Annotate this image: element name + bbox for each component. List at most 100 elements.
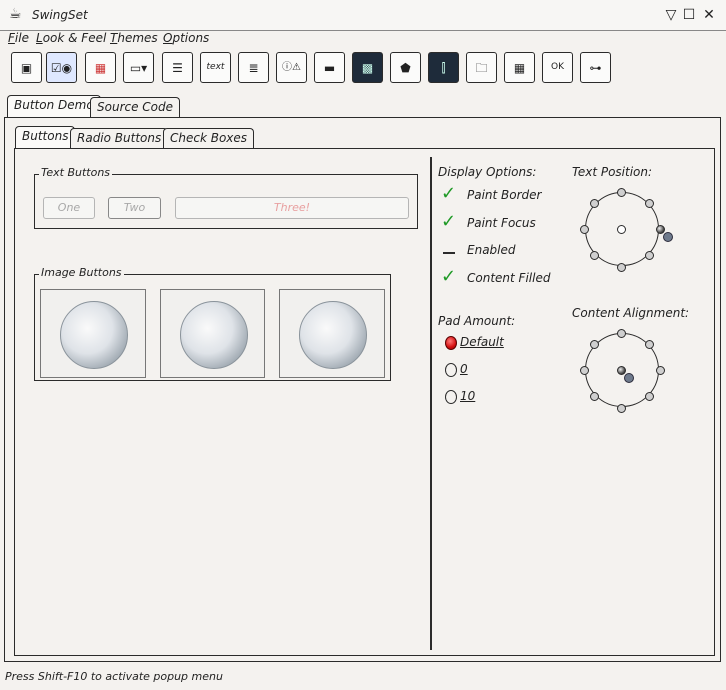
tab-button-demo[interactable]: Button Demo	[7, 95, 101, 117]
alignment-bottom-right[interactable]	[645, 392, 654, 401]
checkbox-radio-demo-button[interactable]: ☑◉	[46, 52, 77, 83]
alignment-top[interactable]	[617, 329, 626, 338]
pad-10-radio[interactable]	[445, 390, 457, 404]
maximize-button[interactable]: ☐	[680, 6, 698, 24]
html-demo-button[interactable]: text	[200, 52, 231, 83]
slider-demo-button[interactable]: ⬟	[390, 52, 421, 83]
ok-button-icon: OK	[551, 62, 564, 72]
image-button-3[interactable]	[279, 289, 385, 378]
minimize-button[interactable]: ▽	[662, 6, 680, 24]
menu-look-and-feel[interactable]: Look & Feel	[36, 31, 106, 45]
coin-icon	[179, 300, 248, 369]
menu-file[interactable]: File	[8, 31, 29, 45]
alignment-right[interactable]	[656, 366, 665, 375]
pad-default-radio[interactable]	[445, 336, 457, 350]
alignment-left[interactable]	[580, 366, 589, 375]
three-button[interactable]: Three!	[175, 197, 409, 219]
two-button[interactable]: Two	[108, 197, 161, 219]
table-icon: ▦	[513, 60, 526, 75]
java-app-icon: ☕	[9, 6, 22, 22]
position-center[interactable]	[617, 225, 626, 234]
menu-bar: File Look & Feel Themes Options	[0, 30, 726, 48]
list-demo-button[interactable]: ≣	[238, 52, 269, 83]
unchecked-mark	[443, 252, 455, 254]
split-icon: ⫿	[441, 60, 446, 75]
split-pane-demo-button[interactable]: ⫿	[428, 52, 459, 83]
alignment-center-shadow	[624, 373, 634, 383]
scroll-pane-demo-button[interactable]: ▩	[352, 52, 383, 83]
tab-radio-buttons[interactable]: Radio Buttons	[70, 128, 169, 148]
coin-icon	[60, 300, 128, 369]
file-dialog-icon: ☰	[172, 60, 183, 75]
position-left[interactable]	[580, 225, 589, 234]
dropdown-icon: ▭▾	[129, 60, 148, 75]
menu-options[interactable]: Options	[163, 31, 209, 45]
display-options-title: Display Options:	[438, 165, 537, 179]
slider-icon: ⬟	[400, 60, 411, 75]
position-bottom-right[interactable]	[645, 251, 654, 260]
image-button-2[interactable]	[160, 289, 265, 378]
position-bottom-left[interactable]	[590, 251, 599, 260]
combobox-demo-button[interactable]: ▭▾	[123, 52, 154, 83]
window-icon: ▣	[20, 60, 33, 75]
checkmark-icon: ✓	[441, 211, 457, 232]
content-filled-label: Content Filled	[467, 271, 551, 285]
paint-focus-label: Paint Focus	[467, 216, 536, 230]
image-buttons-title: Image Buttons	[39, 266, 124, 279]
tooltip-demo-button[interactable]: OK	[542, 52, 573, 83]
position-top-right[interactable]	[645, 199, 654, 208]
menu-themes[interactable]: Themes	[110, 31, 158, 45]
image-buttons-group: Image Buttons	[34, 266, 391, 381]
text-buttons-title: Text Buttons	[39, 166, 113, 179]
image-icon: ▩	[361, 60, 374, 75]
tree-icon: ⊶	[589, 60, 602, 75]
tabs-icon: 🗀	[475, 60, 488, 75]
alignment-bottom[interactable]	[617, 404, 626, 413]
checkbox-radio-icon: ☑◉	[50, 60, 73, 75]
pad-amount-title: Pad Amount:	[438, 314, 516, 328]
position-top[interactable]	[617, 188, 626, 197]
progress-bar-demo-button[interactable]: ▬	[314, 52, 345, 83]
pad-10-label: 10	[460, 389, 476, 403]
color-chooser-demo-button[interactable]: ▦	[85, 52, 116, 83]
position-bottom[interactable]	[617, 263, 626, 272]
alignment-top-right[interactable]	[645, 340, 654, 349]
content-alignment-title: Content Alignment:	[572, 306, 690, 320]
image-button-1[interactable]	[40, 289, 146, 378]
text-icon: text	[206, 62, 225, 72]
position-top-left[interactable]	[590, 199, 599, 208]
tab-check-boxes[interactable]: Check Boxes	[163, 128, 255, 148]
toolbar: ▣ ☑◉ ▦ ▭▾ ☰ text ≣ ⓘ⚠ ▬ ▩ ⬟ ⫿ 🗀 ▦ OK ⊶	[0, 50, 726, 90]
option-pane-demo-button[interactable]: ⓘ⚠	[276, 52, 307, 83]
pad-default-label: Default	[460, 335, 504, 349]
pad-0-radio[interactable]	[445, 363, 457, 377]
pad-0-label: 0	[460, 362, 468, 376]
alignment-top-left[interactable]	[590, 340, 599, 349]
status-bar: Press Shift-F10 to activate popup menu	[0, 667, 726, 689]
list-icon: ≣	[248, 60, 259, 75]
tab-source-code[interactable]: Source Code	[90, 97, 181, 117]
checkmark-icon: ✓	[441, 183, 457, 204]
tree-demo-button[interactable]: ⊶	[580, 52, 611, 83]
enabled-label: Enabled	[467, 243, 516, 257]
alignment-bottom-left[interactable]	[590, 392, 599, 401]
status-text: Press Shift-F10 to activate popup menu	[5, 670, 223, 683]
internal-frame-demo-button[interactable]: ▣	[11, 52, 42, 83]
close-button[interactable]: ✕	[700, 6, 718, 24]
paint-border-label: Paint Border	[467, 188, 542, 202]
checkmark-icon: ✓	[441, 266, 457, 287]
title-bar: ☕ SwingSet ▽ ☐ ✕	[0, 0, 726, 31]
window-title: SwingSet	[32, 8, 88, 22]
palette-icon: ▦	[94, 60, 107, 75]
tabbed-pane-demo-button[interactable]: 🗀	[466, 52, 497, 83]
coin-icon	[299, 300, 367, 369]
progress-icon: ▬	[323, 60, 336, 75]
tab-buttons[interactable]: Buttons	[15, 126, 76, 148]
dialog-icons: ⓘ⚠	[282, 61, 301, 73]
column-divider	[430, 157, 432, 650]
table-demo-button[interactable]: ▦	[504, 52, 535, 83]
one-button[interactable]: One	[43, 197, 95, 219]
text-position-title: Text Position:	[572, 165, 653, 179]
text-buttons-group: Text Buttons One Two Three!	[34, 166, 418, 229]
file-chooser-demo-button[interactable]: ☰	[162, 52, 193, 83]
